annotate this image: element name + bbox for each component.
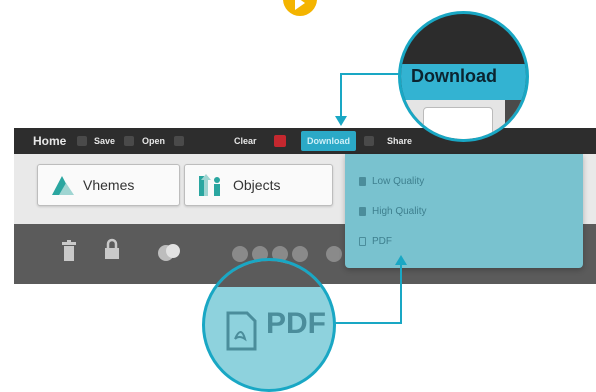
callout-line — [400, 262, 402, 324]
objects-label: Objects — [233, 177, 281, 193]
download-dropdown: Low Quality High Quality PDF — [345, 154, 583, 268]
duplicate-icon[interactable] — [157, 240, 183, 262]
arrange-extra-button[interactable] — [326, 246, 342, 262]
lock-icon[interactable] — [104, 238, 120, 260]
clear-close-icon[interactable] — [274, 135, 286, 147]
vhemes-label: Vhemes — [83, 177, 135, 193]
callout-line — [341, 73, 399, 75]
dropdown-item-label: PDF — [372, 236, 392, 247]
dropdown-item-pdf[interactable]: PDF — [359, 236, 392, 247]
menu-home[interactable]: Home — [33, 128, 66, 154]
arrow-down-icon — [335, 116, 347, 126]
arrange-up-button[interactable] — [232, 246, 248, 262]
pdf-icon — [359, 236, 366, 246]
dropdown-item-label: Low Quality — [372, 176, 425, 187]
menu-open[interactable]: Open — [142, 128, 165, 154]
pdf-icon — [226, 311, 257, 351]
menu-download[interactable]: Download — [301, 131, 356, 151]
menu-save[interactable]: Save — [94, 128, 115, 154]
dropdown-item-label: High Quality — [372, 206, 427, 217]
magnifier-card — [423, 107, 493, 139]
magnifier-dark — [505, 100, 526, 139]
arrow-up-icon — [395, 255, 407, 265]
menu-separator — [77, 136, 87, 146]
play-badge-icon — [283, 0, 317, 16]
menu-separator — [174, 136, 184, 146]
magnifier-toolbar — [205, 261, 333, 287]
callout-line — [340, 73, 342, 120]
magnifier-pdf: PDF — [202, 258, 336, 392]
menu-clear[interactable]: Clear — [234, 128, 257, 154]
image-icon — [359, 206, 366, 216]
vhemes-icon — [52, 176, 74, 195]
trash-icon[interactable] — [61, 240, 77, 262]
vhemes-button[interactable]: Vhemes — [37, 164, 180, 206]
objects-button[interactable]: Objects — [184, 164, 333, 206]
magnified-download-label: Download — [411, 66, 497, 86]
magnifier-download: Download — [398, 11, 529, 142]
menu-separator — [124, 136, 134, 146]
callout-line — [330, 322, 402, 324]
dropdown-item-high-quality[interactable]: High Quality — [359, 206, 426, 217]
image-icon — [359, 176, 366, 186]
menu-separator — [364, 136, 374, 146]
arrange-back-button[interactable] — [292, 246, 308, 262]
dropdown-item-low-quality[interactable]: Low Quality — [359, 176, 424, 187]
magnified-pdf-label: PDF — [266, 307, 326, 340]
objects-icon — [199, 174, 220, 196]
